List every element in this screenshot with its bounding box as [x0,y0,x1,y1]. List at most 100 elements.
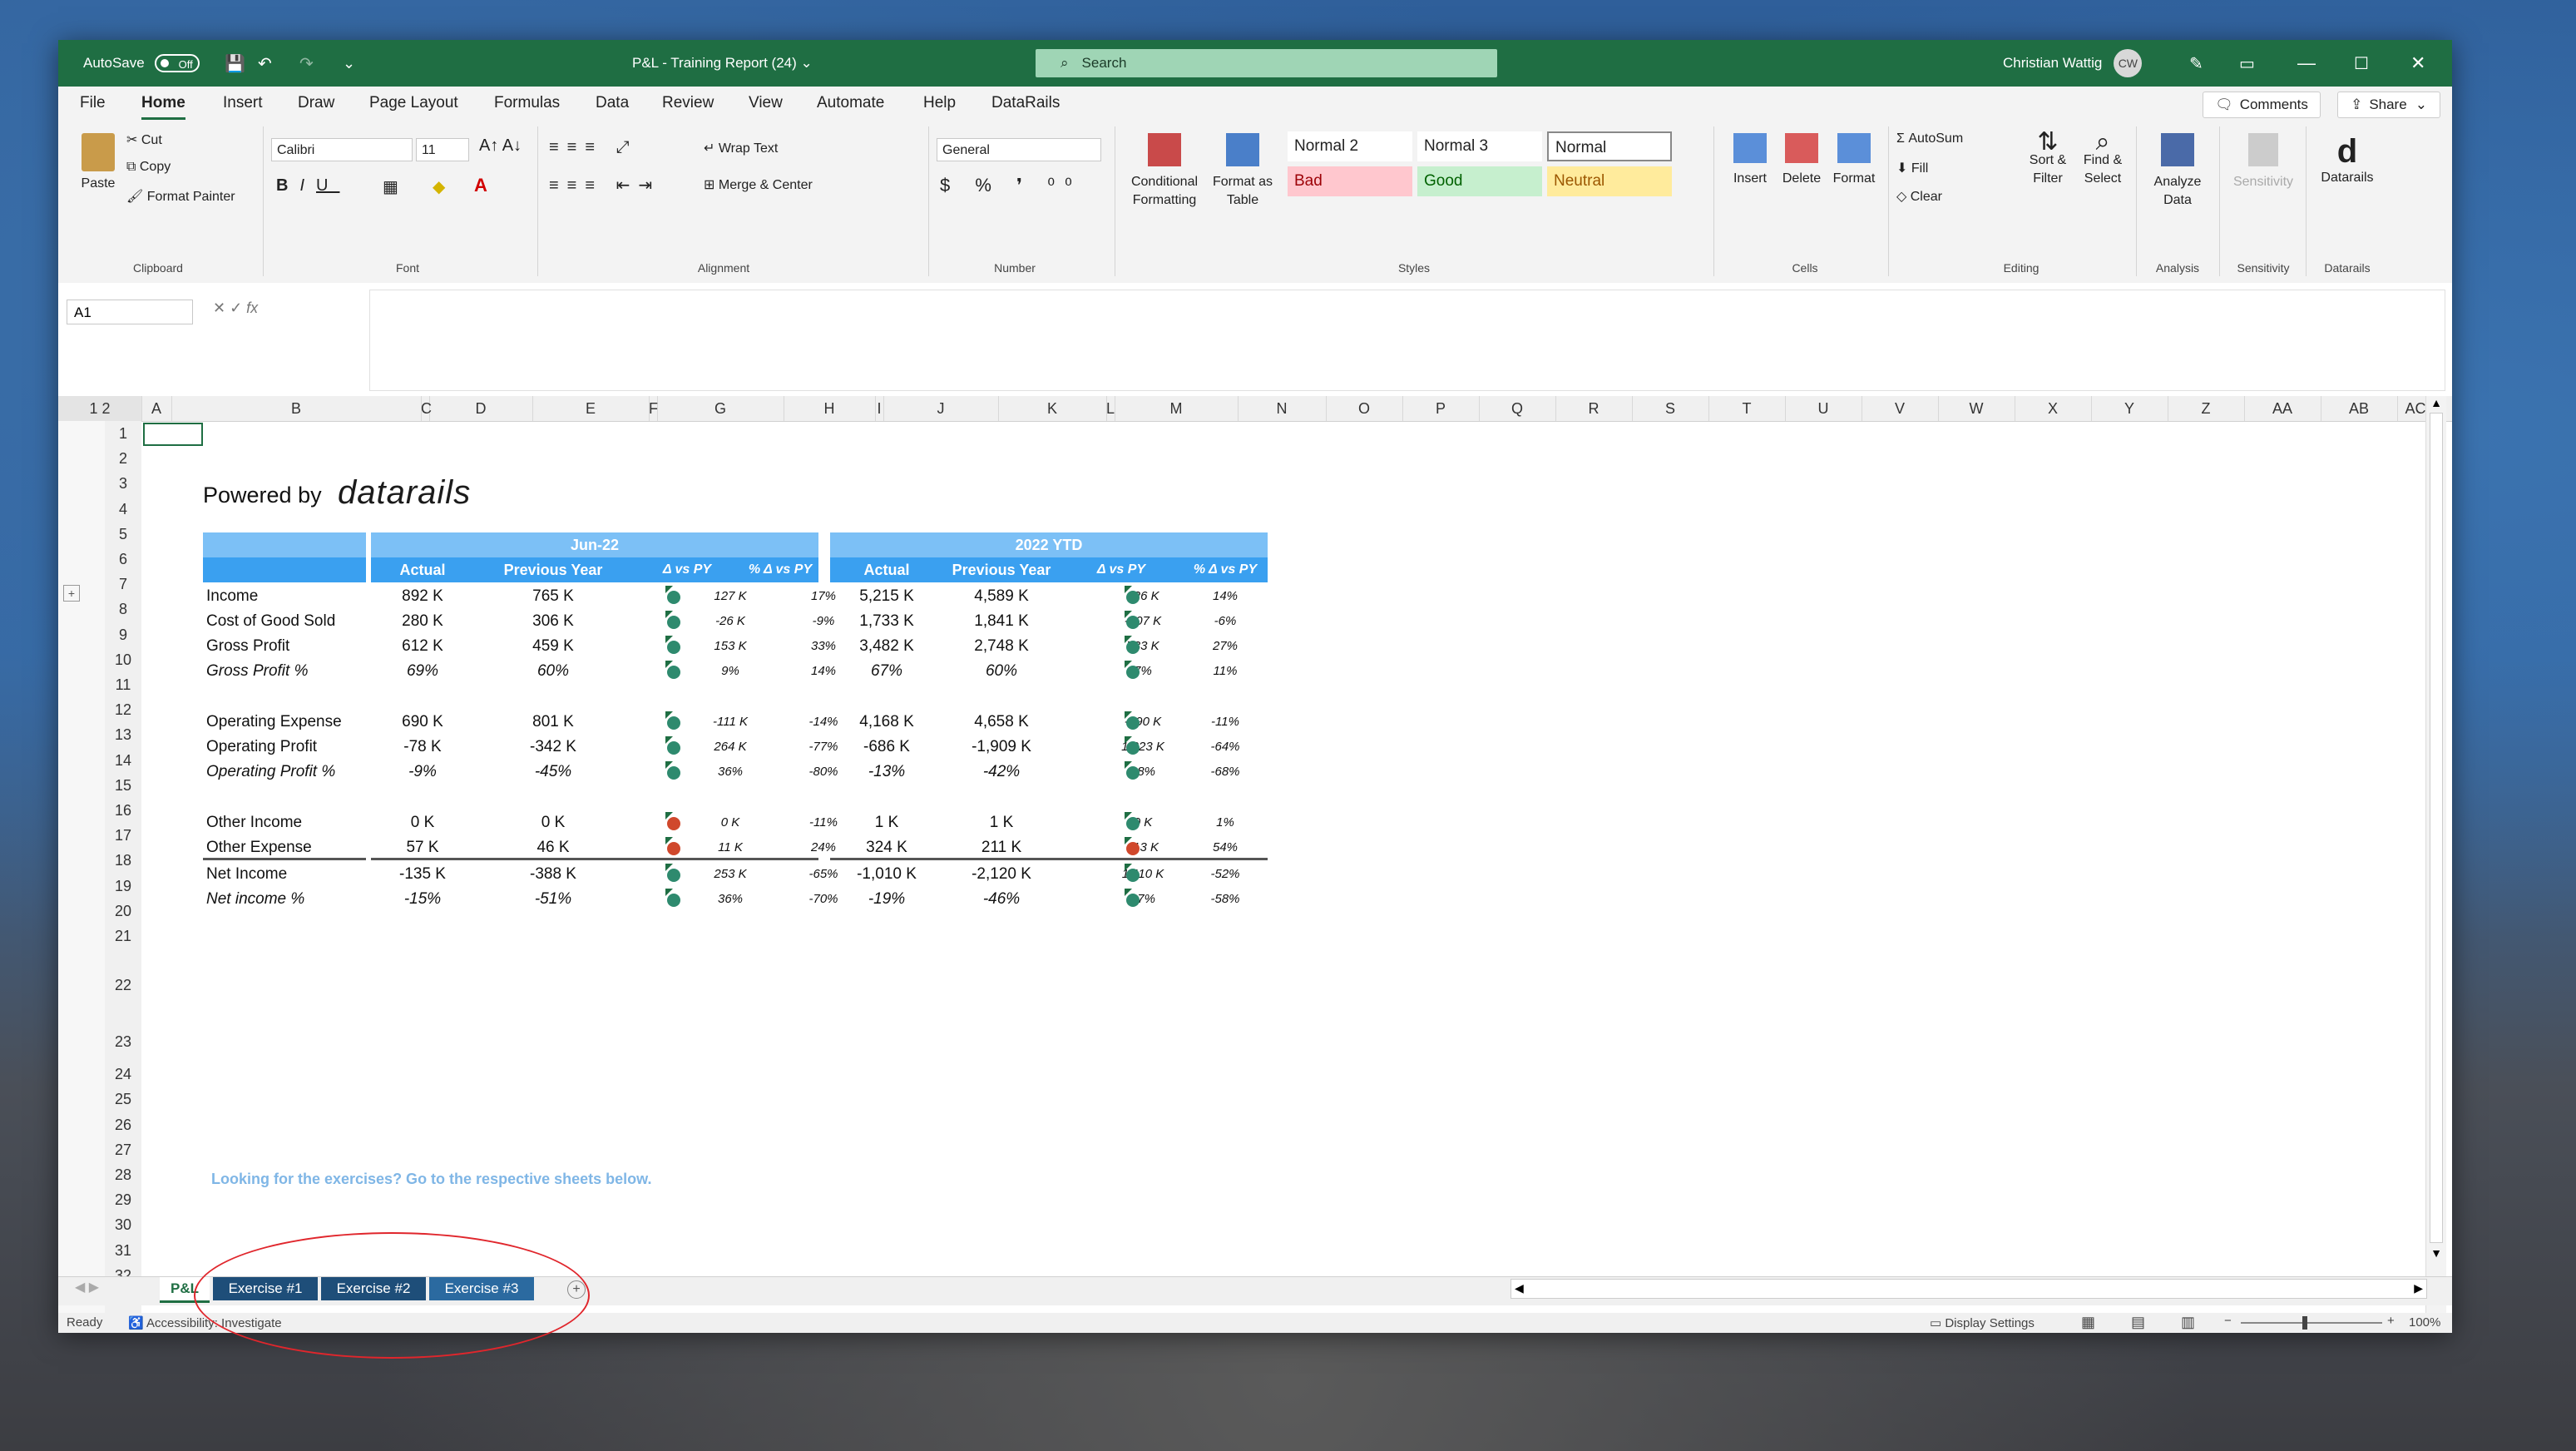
outline-expand-icon[interactable]: + [63,585,80,602]
scroll-down-icon[interactable]: ▼ [2426,1246,2446,1260]
zoom-slider-thumb[interactable] [2302,1316,2307,1330]
fill-button[interactable]: ⬇ Fill [1896,160,1928,176]
tab-scroll-icons[interactable]: ◀ ▶ [75,1279,99,1295]
scroll-thumb[interactable] [2430,413,2443,1243]
column-header[interactable]: G [657,396,784,421]
tab-draw[interactable]: Draw [298,87,334,120]
column-header[interactable]: H [784,396,876,421]
row-header[interactable]: 14 [105,747,141,773]
row-header[interactable]: 10 [105,646,141,672]
scroll-right-icon[interactable]: ▶ [2414,1281,2423,1295]
zoom-in-icon[interactable]: + [2387,1314,2395,1328]
autosum-button[interactable]: Σ AutoSum [1896,131,1963,146]
selected-cell-a1[interactable] [143,423,203,446]
datarails-button[interactable]: d Datarails [2314,133,2381,186]
merge-center-button[interactable]: ⊞ Merge & Center [704,176,813,193]
sensitivity-button[interactable]: Sensitivity [2226,133,2301,190]
column-header[interactable]: V [1862,396,1939,421]
font-style-buttons[interactable]: BIU [276,176,339,196]
row-header[interactable]: 17 [105,823,141,849]
vertical-align-icons[interactable]: ≡≡≡ ⤢ [549,138,638,157]
scroll-left-icon[interactable]: ◀ [1515,1281,1524,1295]
borders-icon[interactable]: ▦ [383,176,398,197]
delete-cells-button[interactable]: Delete [1777,133,1827,186]
style-normal-2[interactable]: Normal 2 [1288,131,1412,161]
column-header[interactable]: O [1326,396,1403,421]
function-icon[interactable]: ✕ ✓ fx [213,300,258,317]
sort-filter-button[interactable]: ⇅ Sort & Filter [2023,130,2073,188]
normal-view-icon[interactable]: ▦ [2081,1314,2095,1331]
font-color-icon[interactable]: A [474,175,487,196]
format-painter-button[interactable]: 🖌 Format Painter [126,188,235,205]
autosave[interactable]: AutoSave Off [83,40,200,87]
row-header[interactable]: 28 [105,1162,141,1188]
find-select-button[interactable]: ⌕ Find & Select [2078,130,2128,188]
row-header[interactable]: 15 [105,772,141,798]
select-all-corner[interactable]: 1 2 [58,396,142,421]
row-header[interactable]: 4 [105,496,141,522]
zoom-slider[interactable] [2241,1322,2382,1324]
row-header[interactable]: 22 [105,948,141,1006]
column-header[interactable]: W [1938,396,2015,421]
search-input[interactable]: Search [1082,55,1127,72]
tab-datarails[interactable]: DataRails [991,87,1060,120]
row-header[interactable]: 31 [105,1237,141,1263]
number-format-icons[interactable]: $ % ❜ ⁰⁰ [940,175,1082,196]
autosave-toggle[interactable]: Off [154,54,200,72]
document-title[interactable]: P&L - Training Report (24) ⌄ [632,40,813,87]
column-header[interactable]: S [1632,396,1709,421]
row-header[interactable]: 11 [105,672,141,698]
column-header[interactable]: AA [2244,396,2321,421]
pen-icon[interactable]: ✎ [2189,40,2203,87]
vertical-scrollbar[interactable]: ▲ ▼ [2425,396,2446,1315]
column-header[interactable]: R [1555,396,1633,421]
row-header[interactable]: 8 [105,597,141,622]
row-header[interactable]: 7 [105,572,141,597]
row-header[interactable]: 6 [105,547,141,572]
column-header[interactable]: P [1402,396,1480,421]
column-header[interactable]: M [1115,396,1239,421]
format-cells-button[interactable]: Format [1828,133,1880,186]
comments-button[interactable]: 🗨 Comments [2203,92,2321,118]
display-settings-button[interactable]: ▭ Display Settings [1930,1315,2035,1330]
row-header[interactable]: 25 [105,1087,141,1112]
save-icon[interactable]: 💾 [225,40,245,87]
row-header[interactable]: 1 [105,421,141,447]
name-box[interactable]: A1 [67,300,193,324]
column-header[interactable]: Z [2168,396,2245,421]
row-header[interactable]: 18 [105,848,141,874]
column-header[interactable]: X [2015,396,2092,421]
column-header[interactable]: U [1785,396,1862,421]
horizontal-align-icons[interactable]: ≡≡≡ ⇤⇥ [549,175,660,196]
column-header[interactable]: N [1238,396,1327,421]
spreadsheet-grid[interactable]: 1 2 A B C D E F G H I J K L M N O P Q R … [58,396,2452,1333]
row-header[interactable]: 24 [105,1062,141,1087]
maximize-icon[interactable]: ☐ [2354,40,2369,87]
user-account[interactable]: Christian Wattig CW [2003,40,2143,87]
close-icon[interactable]: ✕ [2410,40,2425,87]
column-header[interactable]: K [998,396,1107,421]
column-header[interactable]: Q [1479,396,1556,421]
tab-home[interactable]: Home [141,87,185,120]
row-header[interactable]: 12 [105,697,141,723]
tab-file[interactable]: File [80,87,106,120]
page-break-view-icon[interactable]: ▥ [2181,1314,2195,1331]
row-header[interactable]: 27 [105,1137,141,1162]
conditional-formatting-button[interactable]: Conditional Formatting [1125,133,1204,210]
style-bad[interactable]: Bad [1288,166,1412,196]
tab-page-layout[interactable]: Page Layout [369,87,458,120]
quick-access-icon[interactable]: ⌄ [343,40,355,87]
style-normal[interactable]: Normal [1547,131,1672,161]
zoom-out-icon[interactable]: − [2224,1314,2232,1328]
style-neutral[interactable]: Neutral [1547,166,1672,196]
grow-font-icon[interactable]: A↑ A↓ [479,136,522,156]
column-header[interactable]: A [141,396,172,421]
fill-color-icon[interactable]: ◆ [433,176,445,197]
tab-insert[interactable]: Insert [223,87,263,120]
paste-button[interactable]: Paste [73,133,123,191]
tab-data[interactable]: Data [596,87,629,120]
row-header[interactable]: 2 [105,446,141,472]
tab-view[interactable]: View [749,87,783,120]
zoom-level[interactable]: 100% [2409,1315,2440,1330]
analyze-data-button[interactable]: Analyze Data [2144,133,2211,210]
